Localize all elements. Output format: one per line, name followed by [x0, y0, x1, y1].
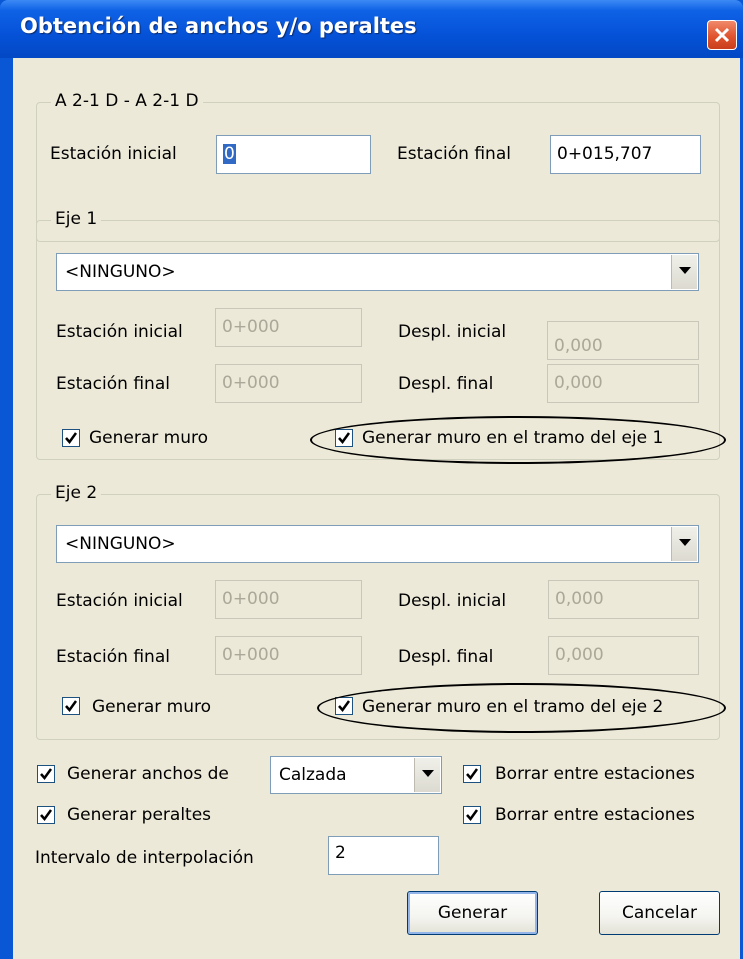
eje1-generar-muro-checkbox[interactable]: [62, 429, 80, 447]
eje1-despl-inicial-label: Despl. inicial: [398, 322, 507, 342]
eje2-estacion-inicial-label: Estación inicial: [56, 591, 183, 611]
estacion-inicial-input[interactable]: 0: [216, 135, 371, 174]
close-button[interactable]: [707, 20, 737, 50]
generar-peraltes-checkbox[interactable]: [37, 806, 55, 824]
eje1-combo[interactable]: <NINGUNO>: [56, 253, 699, 291]
eje2-combo-value: <NINGUNO>: [65, 534, 176, 554]
checkmark-icon: [466, 768, 479, 781]
window-title: Obtención de anchos y/o peraltes: [20, 14, 417, 38]
eje1-despl-final-input[interactable]: 0,000: [547, 364, 699, 403]
eje2-generar-muro-label: Generar muro: [92, 697, 212, 717]
eje1-despl-inicial-input[interactable]: 0,000: [547, 321, 699, 360]
eje1-combo-value: <NINGUNO>: [65, 262, 176, 282]
eje2-estacion-final-label: Estación final: [56, 647, 170, 667]
estacion-final-input[interactable]: 0+015,707: [550, 135, 701, 174]
eje2-estacion-final-input[interactable]: 0+000: [215, 636, 362, 675]
checkmark-icon: [65, 432, 78, 445]
eje1-group-title: Eje 1: [51, 209, 102, 229]
checkmark-icon: [65, 700, 78, 713]
borrar-2-checkbox[interactable]: [463, 806, 481, 824]
generar-anchos-checkbox[interactable]: [37, 765, 55, 783]
eje1-estacion-inicial-input[interactable]: 0+000: [215, 308, 362, 347]
eje2-generar-muro-checkbox[interactable]: [62, 697, 80, 715]
checkmark-icon: [40, 768, 53, 781]
anchos-combo-value: Calzada: [279, 765, 347, 785]
eje2-group-title: Eje 2: [51, 483, 102, 503]
eje1-combo-arrow[interactable]: [671, 255, 697, 289]
borrar-1-checkbox[interactable]: [463, 765, 481, 783]
close-icon: [714, 27, 730, 43]
estacion-final-label: Estación final: [397, 144, 511, 164]
checkmark-icon: [466, 809, 479, 822]
intervalo-input[interactable]: 2: [328, 836, 439, 875]
eje2-despl-final-label: Despl. final: [398, 647, 494, 667]
eje2-despl-inicial-label: Despl. inicial: [398, 591, 507, 611]
eje1-generar-muro-label: Generar muro: [89, 428, 209, 448]
chevron-down-icon: [422, 770, 434, 777]
eje1-despl-final-label: Despl. final: [398, 374, 494, 394]
generar-button[interactable]: Generar: [407, 891, 538, 935]
borrar-2-label: Borrar entre estaciones: [495, 805, 695, 825]
chevron-down-icon: [679, 267, 691, 274]
eje2-estacion-inicial-input[interactable]: 0+000: [215, 580, 362, 619]
checkmark-icon: [40, 809, 53, 822]
eje2-combo[interactable]: <NINGUNO>: [56, 525, 699, 563]
anchos-combo[interactable]: Calzada: [270, 756, 442, 794]
title-bar[interactable]: Obtención de anchos y/o peraltes: [0, 0, 743, 58]
eje1-estacion-final-input[interactable]: 0+000: [215, 364, 362, 403]
borrar-1-label: Borrar entre estaciones: [495, 764, 695, 784]
chevron-down-icon: [679, 539, 691, 546]
generar-peraltes-label: Generar peraltes: [67, 805, 212, 825]
eje1-highlight-ellipse: [310, 416, 726, 464]
dialog-body: A 2-1 D - A 2-1 D Estación inicial 0 Est…: [13, 58, 740, 959]
eje2-combo-arrow[interactable]: [671, 527, 697, 561]
eje2-highlight-ellipse: [317, 683, 726, 733]
stations-group-title: A 2-1 D - A 2-1 D: [51, 91, 203, 111]
dialog-window: Obtención de anchos y/o peraltes A 2-1 D…: [0, 0, 743, 959]
eje1-estacion-inicial-label: Estación inicial: [56, 322, 183, 342]
generar-anchos-label: Generar anchos de: [67, 764, 229, 784]
cancelar-button[interactable]: Cancelar: [599, 891, 720, 935]
estacion-inicial-label: Estación inicial: [50, 144, 177, 164]
anchos-combo-arrow[interactable]: [414, 758, 440, 792]
intervalo-label: Intervalo de interpolación: [35, 848, 254, 868]
eje2-despl-inicial-input[interactable]: 0,000: [548, 580, 699, 619]
eje2-despl-final-input[interactable]: 0,000: [548, 636, 699, 675]
eje1-estacion-final-label: Estación final: [56, 374, 170, 394]
